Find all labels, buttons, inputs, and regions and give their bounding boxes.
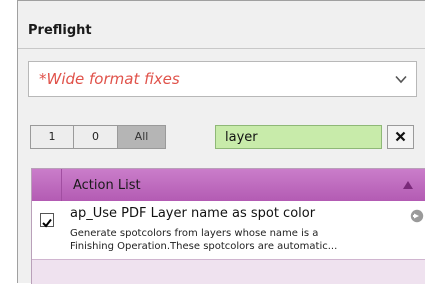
row-divider (32, 259, 425, 260)
action-list: Action List ap_Use PDF Layer name as spo… (31, 168, 425, 284)
action-description: Generate spotcolors from layers whose na… (70, 228, 338, 252)
clear-search-button[interactable] (387, 125, 414, 149)
screen: Preflight *Wide format fixes 1 0 All Act… (0, 0, 425, 284)
sort-up-icon[interactable] (403, 181, 413, 189)
checkmark-icon (42, 218, 52, 228)
search-input[interactable] (215, 125, 382, 149)
filter-button-1[interactable]: 1 (30, 125, 74, 149)
panel-title: Preflight (28, 23, 92, 38)
action-list-title: Action List (73, 178, 141, 193)
preflight-panel: Preflight *Wide format fixes 1 0 All Act… (17, 0, 425, 284)
close-icon (395, 131, 406, 142)
action-title: ap_Use PDF Layer name as spot color (70, 206, 316, 221)
list-item[interactable]: ap_Use PDF Layer name as spot color Gene… (32, 201, 425, 259)
profile-dropdown-value: *Wide format fixes (39, 70, 180, 88)
filter-button-0[interactable]: 0 (73, 125, 118, 149)
filter-button-all[interactable]: All (117, 125, 166, 149)
chevron-down-icon (395, 75, 407, 84)
divider (18, 48, 425, 49)
profile-dropdown[interactable]: *Wide format fixes (28, 61, 417, 97)
header-checkbox-column (32, 169, 62, 201)
arrow-right-circle-icon[interactable] (410, 209, 424, 223)
action-list-header[interactable]: Action List (32, 169, 425, 201)
action-checkbox[interactable] (40, 213, 54, 228)
